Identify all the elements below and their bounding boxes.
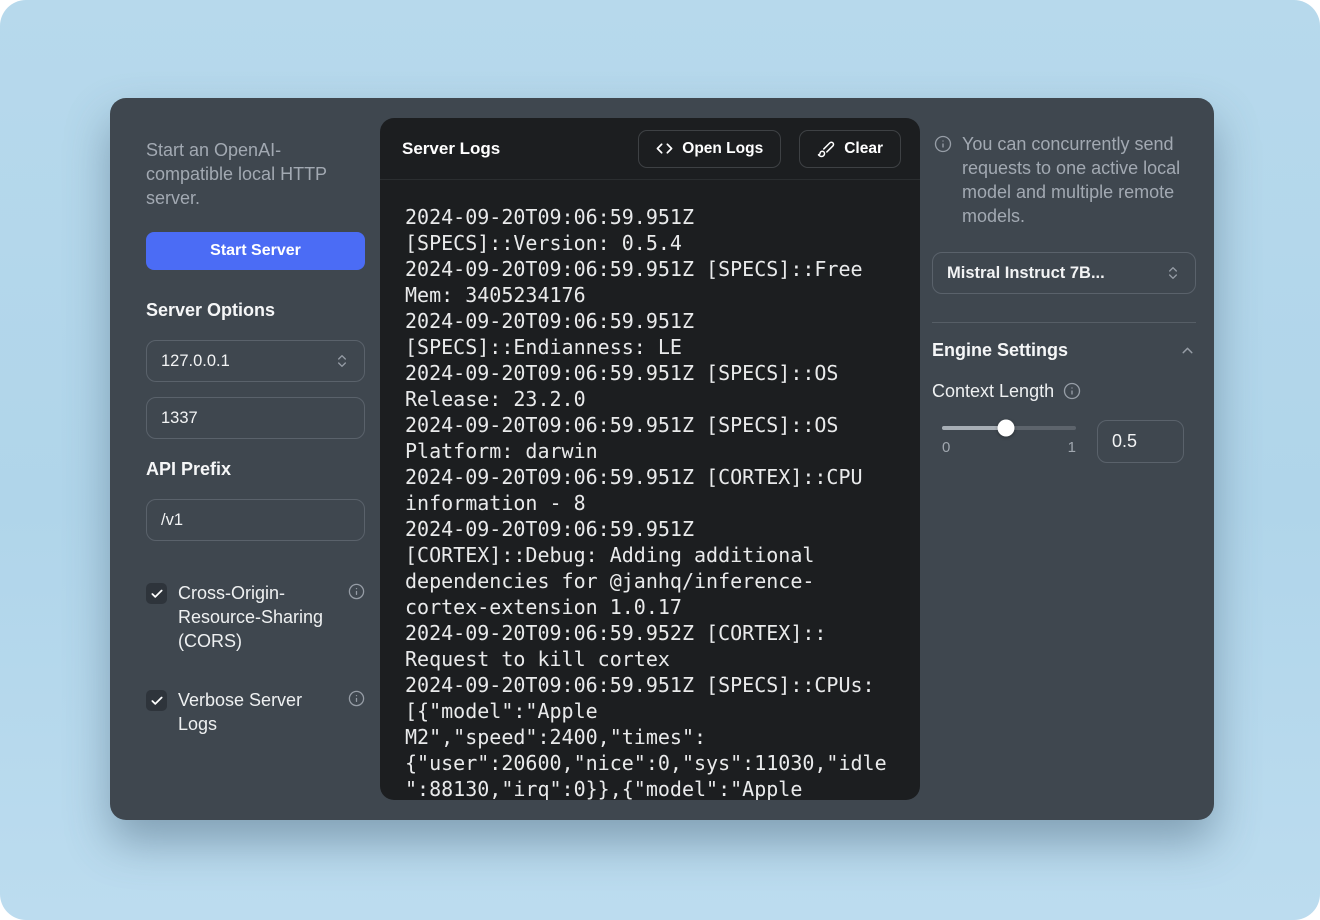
- local-server-panel: Start an OpenAI-compatible local HTTP se…: [110, 98, 1214, 820]
- log-line: 2024-09-20T09:06:59.951Z [SPECS]::OS Rel…: [405, 360, 889, 412]
- server-options-heading: Server Options: [146, 300, 365, 320]
- host-select[interactable]: 127.0.0.1: [146, 340, 365, 382]
- concurrency-note-text: You can concurrently send requests to on…: [962, 132, 1196, 228]
- server-logs-title: Server Logs: [402, 139, 500, 159]
- code-icon: [656, 140, 673, 157]
- context-length-slider[interactable]: [942, 426, 1076, 430]
- cors-label: Cross-Origin-Resource-Sharing (CORS): [178, 581, 328, 653]
- slider-max-label: 1: [1068, 439, 1076, 456]
- api-prefix-input[interactable]: /v1: [146, 499, 365, 541]
- log-line: 2024-09-20T09:06:59.951Z [SPECS]::Free M…: [405, 256, 889, 308]
- info-icon: [934, 135, 952, 153]
- cors-row: Cross-Origin-Resource-Sharing (CORS): [146, 581, 365, 653]
- check-icon: [150, 587, 164, 601]
- verbose-logs-label: Verbose Server Logs: [178, 688, 328, 736]
- api-prefix-value: /v1: [161, 511, 350, 530]
- log-line: 2024-09-20T09:06:59.952Z [CORTEX]:: Requ…: [405, 620, 889, 672]
- context-length-control: 0 1 0.5: [932, 420, 1196, 470]
- cors-checkbox[interactable]: [146, 583, 167, 604]
- server-logs-header: Server Logs Open Logs Clear: [380, 118, 920, 180]
- chevrons-up-down-icon: [334, 353, 350, 369]
- chevrons-up-down-icon: [1165, 265, 1181, 281]
- start-server-button[interactable]: Start Server: [146, 232, 365, 270]
- log-line: 2024-09-20T09:06:59.951Z [CORTEX]::CPU i…: [405, 464, 889, 516]
- port-input[interactable]: 1337: [146, 397, 365, 439]
- info-icon: [348, 690, 365, 707]
- log-lines: 2024-09-20T09:06:59.951Z [SPECS]::Versio…: [405, 204, 889, 800]
- open-logs-button[interactable]: Open Logs: [638, 130, 781, 168]
- clear-logs-button[interactable]: Clear: [799, 130, 901, 168]
- paintbrush-icon: [817, 140, 835, 158]
- port-input-value: 1337: [161, 409, 350, 428]
- log-line: 2024-09-20T09:06:59.951Z [SPECS]::OS Pla…: [405, 412, 889, 464]
- log-line: 2024-09-20T09:06:59.951Z [SPECS]::Versio…: [405, 204, 889, 256]
- info-icon[interactable]: [1063, 382, 1081, 400]
- open-logs-label: Open Logs: [682, 140, 763, 158]
- check-icon: [150, 694, 164, 708]
- log-line: 2024-09-20T09:06:59.951Z [SPECS]::CPUs: …: [405, 672, 889, 800]
- slider-range-labels: 0 1: [942, 439, 1076, 456]
- context-length-label: Context Length: [932, 380, 1054, 402]
- server-description: Start an OpenAI-compatible local HTTP se…: [146, 138, 365, 210]
- engine-settings-heading: Engine Settings: [932, 340, 1068, 361]
- log-viewport[interactable]: 2024-09-20T09:06:59.951Z [SPECS]::Versio…: [380, 180, 920, 800]
- api-prefix-heading: API Prefix: [146, 459, 365, 479]
- log-line: 2024-09-20T09:06:59.951Z [CORTEX]::Debug…: [405, 516, 889, 620]
- slider-fill: [942, 426, 1006, 430]
- model-select[interactable]: Mistral Instruct 7B...: [932, 252, 1196, 294]
- server-logs-panel: Server Logs Open Logs Clear 2024-09-20T0…: [380, 118, 920, 800]
- model-settings-column: You can concurrently send requests to on…: [932, 132, 1196, 470]
- clear-logs-label: Clear: [844, 140, 883, 158]
- screenshot-stage: Start an OpenAI-compatible local HTTP se…: [0, 0, 1320, 920]
- log-line: 2024-09-20T09:06:59.951Z [SPECS]::Endian…: [405, 308, 889, 360]
- cors-info-button[interactable]: [348, 583, 365, 600]
- verbose-logs-checkbox[interactable]: [146, 690, 167, 711]
- concurrency-note: You can concurrently send requests to on…: [932, 132, 1196, 228]
- context-length-row: Context Length: [932, 380, 1196, 402]
- slider-thumb[interactable]: [998, 420, 1015, 437]
- verbose-row: Verbose Server Logs: [146, 688, 365, 736]
- chevron-up-icon: [1179, 342, 1196, 359]
- context-length-value: 0.5: [1112, 431, 1137, 452]
- verbose-info-button[interactable]: [348, 690, 365, 707]
- model-select-value: Mistral Instruct 7B...: [947, 264, 1165, 283]
- desktop-background: Start an OpenAI-compatible local HTTP se…: [0, 0, 1320, 920]
- host-select-value: 127.0.0.1: [161, 352, 334, 371]
- info-icon: [348, 583, 365, 600]
- section-divider: [932, 322, 1196, 323]
- engine-settings-toggle[interactable]: Engine Settings: [932, 340, 1196, 361]
- context-length-value-input[interactable]: 0.5: [1097, 420, 1184, 463]
- slider-min-label: 0: [942, 439, 950, 456]
- server-settings-column: Start an OpenAI-compatible local HTTP se…: [146, 138, 365, 736]
